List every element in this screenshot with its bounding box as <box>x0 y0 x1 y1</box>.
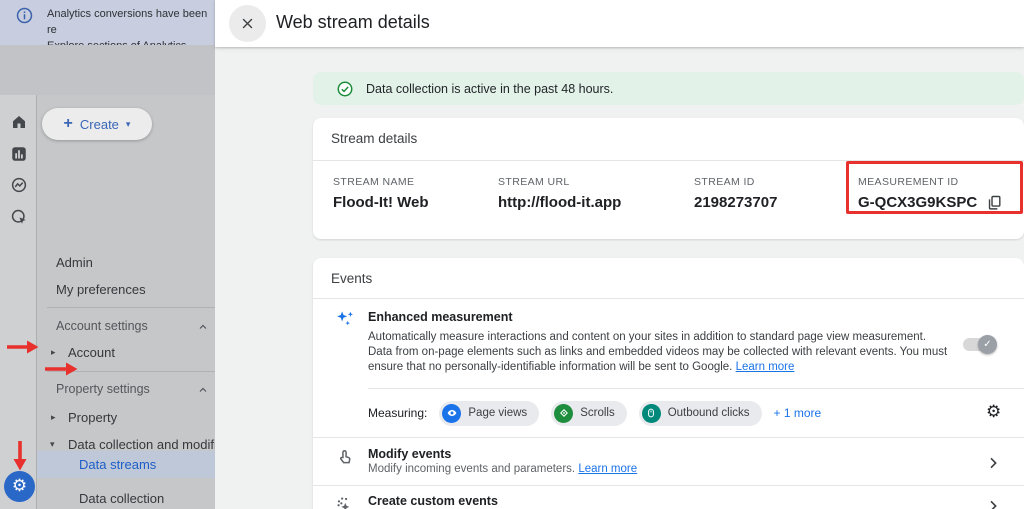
page-title: Web stream details <box>276 12 430 33</box>
enhanced-measurement-icon <box>335 309 354 328</box>
nav-section-account-settings[interactable]: Account settings <box>56 319 148 333</box>
enhanced-measurement-toggle[interactable]: ✓ <box>963 338 995 351</box>
create-custom-events-icon <box>335 495 354 509</box>
nav-section-property-settings[interactable]: Property settings <box>56 382 150 396</box>
chevron-right-icon[interactable] <box>985 498 1001 509</box>
field-stream-url: STREAM URL http://flood-it.app <box>498 176 621 211</box>
field-stream-id: STREAM ID 2198273707 <box>694 176 777 211</box>
modify-events-description: Modify incoming events and parameters. L… <box>368 463 637 475</box>
card-divider <box>313 485 1024 486</box>
notification-banner: Analytics conversions have been re Explo… <box>0 0 215 45</box>
admin-nav: + Create ▾ Admin My preferences Account … <box>37 95 215 509</box>
close-button[interactable] <box>229 5 266 42</box>
home-icon[interactable] <box>10 113 28 131</box>
nav-item-data-streams[interactable]: Data streams <box>79 457 156 472</box>
chip-outbound-clicks[interactable]: Outbound clicks <box>639 401 762 426</box>
enhanced-measurement-title: Enhanced measurement <box>368 310 513 324</box>
card-title: Events <box>331 271 372 286</box>
analytics-app: Analytics conversions have been re Explo… <box>0 0 1024 509</box>
create-custom-events-title[interactable]: Create custom events <box>368 494 498 508</box>
admin-gear-button[interactable]: ⚙ <box>4 471 35 502</box>
panel-header: Web stream details <box>215 0 1024 47</box>
card-title: Stream details <box>331 131 417 146</box>
chip-page-views[interactable]: Page views <box>439 401 539 426</box>
expand-right-icon[interactable]: ▸ <box>51 348 56 358</box>
check-circle-icon <box>337 81 353 97</box>
field-stream-name: STREAM NAME Flood-It! Web <box>333 176 429 211</box>
chevron-right-icon[interactable] <box>985 455 1001 471</box>
scrolls-icon <box>554 404 573 423</box>
chevron-up-icon[interactable] <box>197 321 209 333</box>
gear-icon[interactable]: ⚙ <box>986 404 1004 422</box>
measurement-id-highlight-box <box>846 161 1023 214</box>
create-button[interactable]: + Create ▾ <box>42 108 152 140</box>
reports-icon[interactable] <box>10 145 28 163</box>
nav-item-admin[interactable]: Admin <box>56 255 93 270</box>
gear-icon: ⚙ <box>12 478 27 495</box>
close-icon <box>240 16 255 31</box>
status-text: Data collection is active in the past 48… <box>366 82 613 96</box>
learn-more-link[interactable]: Learn more <box>578 463 637 475</box>
advertising-icon[interactable] <box>10 208 28 226</box>
page-views-icon <box>442 404 461 423</box>
expand-right-icon[interactable]: ▸ <box>51 413 56 423</box>
inset-divider <box>368 388 1024 389</box>
plus-icon: + <box>64 116 73 132</box>
annotation-arrow-gear <box>13 440 27 471</box>
check-icon: ✓ <box>983 340 991 350</box>
measuring-label: Measuring: <box>368 406 427 420</box>
chevron-down-icon: ▾ <box>126 120 131 130</box>
nav-item-data-collection[interactable]: Data collection <box>79 491 164 506</box>
chip-scrolls[interactable]: Scrolls <box>551 401 627 426</box>
outbound-clicks-icon <box>642 404 661 423</box>
web-stream-details-panel: Web stream details Data collection is ac… <box>215 0 1024 509</box>
nav-item-property[interactable]: Property <box>68 410 117 425</box>
nav-item-data-collection-mod[interactable]: Data collection and modifica.. <box>68 437 238 452</box>
info-icon <box>16 7 33 24</box>
explore-icon[interactable] <box>10 176 28 194</box>
more-measurements-link[interactable]: + 1 more <box>774 406 822 420</box>
background-page: Analytics conversions have been re Explo… <box>0 0 215 509</box>
annotation-arrow-data-streams <box>44 362 78 376</box>
expand-down-icon[interactable]: ▾ <box>50 440 55 450</box>
modify-events-title[interactable]: Modify events <box>368 447 451 461</box>
card-divider <box>313 437 1024 438</box>
events-card: Events Enhanced measurement Automaticall… <box>313 258 1024 509</box>
annotation-arrow-data-collection <box>6 340 39 354</box>
learn-more-link[interactable]: Learn more <box>736 361 795 373</box>
enhanced-measurement-description: Automatically measure interactions and c… <box>368 330 968 375</box>
nav-divider <box>47 307 215 308</box>
nav-item-account[interactable]: Account <box>68 345 115 360</box>
status-banner: Data collection is active in the past 48… <box>313 72 1024 105</box>
toggle-knob: ✓ <box>978 335 997 354</box>
modify-events-icon <box>335 448 354 467</box>
card-divider <box>313 298 1024 299</box>
chevron-up-icon[interactable] <box>197 384 209 396</box>
measuring-row: Measuring: Page views <box>368 393 1004 433</box>
nav-item-my-preferences[interactable]: My preferences <box>56 282 146 297</box>
app-bar: Analytics All accounts ▾ <box>0 45 215 95</box>
panel-body: Data collection is active in the past 48… <box>215 47 1024 509</box>
